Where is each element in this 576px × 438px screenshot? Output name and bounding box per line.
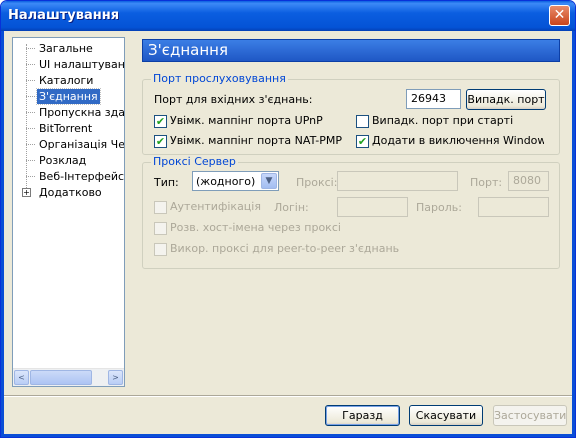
upnp-label: Увімк. маппінг порта UPnP bbox=[170, 114, 323, 127]
incoming-port-label: Порт для вхідних з'єднань: bbox=[154, 93, 313, 106]
upnp-checkbox[interactable]: ✔ bbox=[154, 115, 167, 128]
p2p-proxy-checkbox[interactable] bbox=[154, 243, 167, 256]
auth-checkbox[interactable] bbox=[154, 201, 167, 214]
tree-connector bbox=[26, 160, 35, 161]
password-input[interactable] bbox=[478, 197, 549, 217]
proxy-host-input[interactable] bbox=[337, 171, 458, 191]
proxy-port-label: Порт: bbox=[470, 176, 503, 189]
window-frame-left bbox=[1, 31, 4, 437]
tree-connector bbox=[26, 64, 35, 65]
sidebar-item-bittorrent[interactable]: BitTorrent bbox=[37, 121, 94, 136]
proxy-host-label: Проксі: bbox=[296, 176, 338, 189]
tree-connector bbox=[26, 48, 35, 49]
ok-button[interactable]: Гаразд bbox=[325, 405, 400, 426]
listen-port-legend: Порт прослуховування bbox=[151, 72, 288, 85]
settings-tree[interactable]: Загальне UI налаштування Каталоги З'єдна… bbox=[12, 37, 125, 387]
chevron-down-icon[interactable]: ▼ bbox=[261, 173, 277, 189]
sidebar-item-advanced[interactable]: Додатково bbox=[37, 185, 104, 200]
settings-window: Налаштування ✕ Загальне UI налаштування … bbox=[0, 0, 576, 438]
scroll-thumb[interactable] bbox=[30, 370, 92, 385]
section-header: З'єднання bbox=[142, 39, 560, 62]
cancel-button[interactable]: Скасувати bbox=[409, 405, 483, 426]
natpmp-label: Увімк. маппінг порта NAT-PMP bbox=[170, 134, 343, 147]
firewall-exception-checkbox[interactable]: ✔ bbox=[356, 135, 369, 148]
apply-button[interactable]: Застосувати bbox=[493, 405, 567, 426]
window-frame-bottom bbox=[1, 434, 575, 437]
proxy-port-input[interactable]: 8080 bbox=[508, 171, 549, 191]
tree-connector bbox=[26, 44, 27, 196]
login-label: Логін: bbox=[274, 201, 309, 214]
expand-icon[interactable]: + bbox=[22, 188, 31, 197]
section-title: З'єднання bbox=[148, 41, 228, 59]
title-bar[interactable]: Налаштування ✕ bbox=[1, 1, 575, 31]
p2p-proxy-label: Викор. проксі для peer-to-peer з'єднань bbox=[170, 242, 400, 255]
sidebar-item-directories[interactable]: Каталоги bbox=[37, 73, 95, 88]
sidebar-item-queueing[interactable]: Організація Черги bbox=[37, 137, 124, 152]
random-port-startup-checkbox[interactable] bbox=[356, 115, 369, 128]
sidebar-item-web-ui[interactable]: Веб-Інтерфейс bbox=[37, 169, 124, 184]
auth-label: Аутентифікація bbox=[170, 200, 261, 213]
horizontal-scrollbar[interactable]: < > bbox=[13, 368, 124, 386]
tree-connector bbox=[26, 128, 35, 129]
natpmp-checkbox[interactable]: ✔ bbox=[154, 135, 167, 148]
footer-divider bbox=[4, 395, 572, 397]
login-input[interactable] bbox=[337, 197, 408, 217]
window-frame-right bbox=[572, 31, 575, 437]
sidebar-item-general[interactable]: Загальне bbox=[37, 41, 95, 56]
tree-connector bbox=[26, 80, 35, 81]
proxy-type-value: (жодного) bbox=[196, 175, 256, 188]
tree-connector bbox=[26, 112, 35, 113]
random-port-button[interactable]: Випадк. порт bbox=[466, 89, 546, 110]
tree-connector bbox=[26, 96, 35, 97]
scroll-right-icon[interactable]: > bbox=[108, 370, 123, 385]
resolve-hostnames-label: Розв. хост-імена через проксі bbox=[170, 221, 341, 234]
tree-connector bbox=[26, 176, 35, 177]
incoming-port-input[interactable]: 26943 bbox=[406, 89, 461, 109]
window-title: Налаштування bbox=[8, 8, 120, 23]
proxy-type-select[interactable]: (жодного) ▼ bbox=[192, 171, 279, 191]
proxy-type-label: Тип: bbox=[154, 176, 179, 189]
scroll-left-icon[interactable]: < bbox=[14, 370, 29, 385]
sidebar-item-ui-settings[interactable]: UI налаштування bbox=[37, 57, 124, 72]
close-icon[interactable]: ✕ bbox=[549, 5, 570, 26]
proxy-legend: Проксі Сервер bbox=[151, 155, 238, 168]
random-port-startup-label: Випадк. порт при старті bbox=[372, 114, 514, 127]
password-label: Пароль: bbox=[416, 201, 462, 214]
sidebar-item-connection[interactable]: З'єднання bbox=[36, 88, 101, 105]
tree-connector bbox=[26, 144, 35, 145]
sidebar-item-bandwidth[interactable]: Пропускна здатн bbox=[37, 105, 124, 120]
resolve-hostnames-checkbox[interactable] bbox=[154, 222, 167, 235]
firewall-exception-label: Додати в виключення Windows Fi bbox=[372, 134, 544, 147]
sidebar-item-scheduler[interactable]: Розклад bbox=[37, 153, 88, 168]
